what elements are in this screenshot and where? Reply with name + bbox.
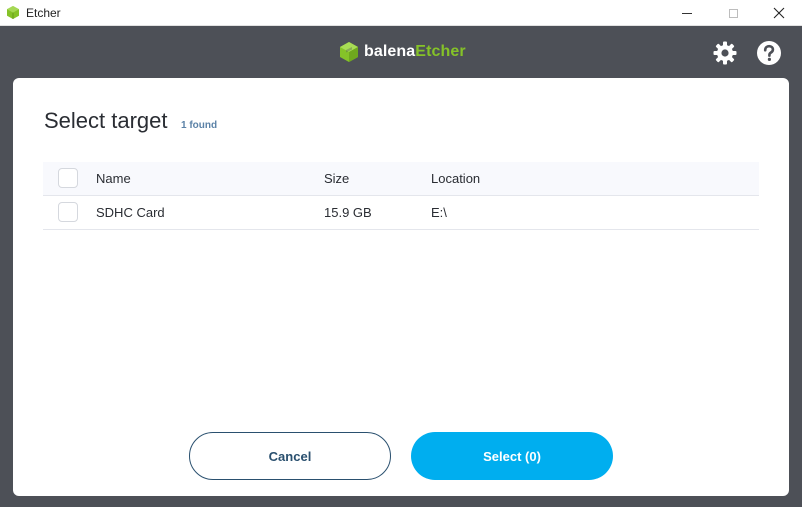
window-titlebar: Etcher bbox=[0, 0, 802, 26]
drive-name: SDHC Card bbox=[96, 205, 165, 220]
maximize-button[interactable] bbox=[710, 0, 756, 26]
brand-prefix: balena bbox=[364, 43, 416, 60]
balena-etcher-logo: balenaEtcher bbox=[339, 40, 466, 64]
row-checkbox[interactable] bbox=[58, 202, 78, 222]
window-title: Etcher bbox=[26, 6, 61, 20]
column-header-size: Size bbox=[324, 171, 350, 186]
close-button[interactable] bbox=[756, 0, 802, 26]
gear-icon[interactable] bbox=[712, 40, 738, 66]
select-all-checkbox[interactable] bbox=[58, 168, 78, 188]
drives-table: Name Size Location SDHC Card 15.9 GB E:\ bbox=[43, 162, 759, 230]
modal-title: Select target bbox=[44, 108, 168, 133]
help-icon[interactable] bbox=[756, 40, 782, 66]
brand-suffix: Etcher bbox=[415, 43, 466, 60]
column-header-name: Name bbox=[96, 171, 131, 186]
app-header: balenaEtcher bbox=[0, 26, 802, 78]
etcher-app-icon bbox=[7, 6, 19, 19]
cancel-button[interactable]: Cancel bbox=[189, 432, 391, 480]
maximize-icon bbox=[728, 8, 738, 18]
close-icon bbox=[773, 7, 785, 19]
select-target-modal: Select target 1 found Name Size Location… bbox=[13, 78, 789, 496]
minimize-icon bbox=[682, 12, 692, 14]
drive-size: 15.9 GB bbox=[324, 205, 372, 220]
select-button[interactable]: Select (0) bbox=[411, 432, 613, 480]
drive-location: E:\ bbox=[431, 205, 447, 220]
found-count-badge: 1 found bbox=[181, 120, 218, 131]
column-header-location: Location bbox=[431, 171, 481, 186]
table-header: Name Size Location bbox=[43, 162, 759, 196]
table-row[interactable]: SDHC Card 15.9 GB E:\ bbox=[43, 196, 759, 230]
minimize-button[interactable] bbox=[664, 0, 710, 26]
cube-logo-icon bbox=[340, 42, 358, 62]
